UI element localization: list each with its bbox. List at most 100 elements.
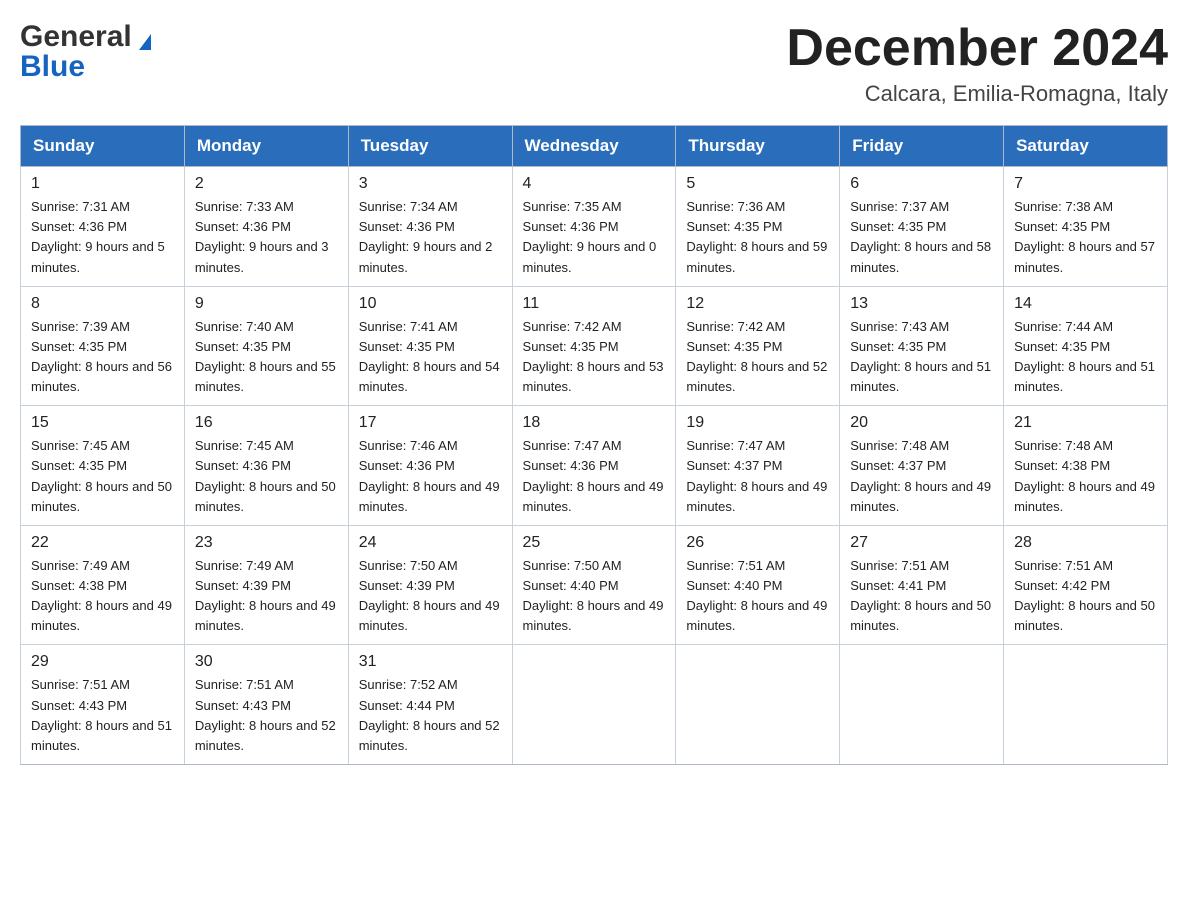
day-number: 24 (359, 534, 502, 552)
day-info: Sunrise: 7:31 AMSunset: 4:36 PMDaylight:… (31, 197, 174, 278)
table-row (840, 645, 1004, 765)
day-info: Sunrise: 7:51 AMSunset: 4:43 PMDaylight:… (31, 675, 174, 756)
table-row: 8 Sunrise: 7:39 AMSunset: 4:35 PMDayligh… (21, 286, 185, 406)
day-number: 21 (1014, 414, 1157, 432)
day-number: 15 (31, 414, 174, 432)
day-number: 11 (523, 295, 666, 313)
header-saturday: Saturday (1004, 126, 1168, 167)
day-info: Sunrise: 7:42 AMSunset: 4:35 PMDaylight:… (686, 317, 829, 398)
month-title: December 2024 (786, 20, 1168, 77)
table-row: 24 Sunrise: 7:50 AMSunset: 4:39 PMDaylig… (348, 525, 512, 645)
table-row: 16 Sunrise: 7:45 AMSunset: 4:36 PMDaylig… (184, 406, 348, 526)
title-section: December 2024 Calcara, Emilia-Romagna, I… (786, 20, 1168, 107)
page-header: General Blue December 2024 Calcara, Emil… (20, 20, 1168, 107)
day-number: 2 (195, 175, 338, 193)
day-number: 3 (359, 175, 502, 193)
table-row: 5 Sunrise: 7:36 AMSunset: 4:35 PMDayligh… (676, 167, 840, 287)
day-info: Sunrise: 7:41 AMSunset: 4:35 PMDaylight:… (359, 317, 502, 398)
day-number: 22 (31, 534, 174, 552)
header-wednesday: Wednesday (512, 126, 676, 167)
day-info: Sunrise: 7:38 AMSunset: 4:35 PMDaylight:… (1014, 197, 1157, 278)
day-info: Sunrise: 7:48 AMSunset: 4:37 PMDaylight:… (850, 436, 993, 517)
day-number: 9 (195, 295, 338, 313)
day-info: Sunrise: 7:49 AMSunset: 4:39 PMDaylight:… (195, 556, 338, 637)
day-info: Sunrise: 7:48 AMSunset: 4:38 PMDaylight:… (1014, 436, 1157, 517)
table-row: 9 Sunrise: 7:40 AMSunset: 4:35 PMDayligh… (184, 286, 348, 406)
table-row (1004, 645, 1168, 765)
table-row: 11 Sunrise: 7:42 AMSunset: 4:35 PMDaylig… (512, 286, 676, 406)
day-number: 20 (850, 414, 993, 432)
day-info: Sunrise: 7:45 AMSunset: 4:35 PMDaylight:… (31, 436, 174, 517)
day-number: 31 (359, 653, 502, 671)
day-number: 19 (686, 414, 829, 432)
table-row: 2 Sunrise: 7:33 AMSunset: 4:36 PMDayligh… (184, 167, 348, 287)
day-info: Sunrise: 7:52 AMSunset: 4:44 PMDaylight:… (359, 675, 502, 756)
day-number: 28 (1014, 534, 1157, 552)
day-info: Sunrise: 7:51 AMSunset: 4:43 PMDaylight:… (195, 675, 338, 756)
day-info: Sunrise: 7:51 AMSunset: 4:41 PMDaylight:… (850, 556, 993, 637)
calendar-week-row: 8 Sunrise: 7:39 AMSunset: 4:35 PMDayligh… (21, 286, 1168, 406)
table-row: 15 Sunrise: 7:45 AMSunset: 4:35 PMDaylig… (21, 406, 185, 526)
day-info: Sunrise: 7:49 AMSunset: 4:38 PMDaylight:… (31, 556, 174, 637)
day-info: Sunrise: 7:44 AMSunset: 4:35 PMDaylight:… (1014, 317, 1157, 398)
day-number: 10 (359, 295, 502, 313)
table-row: 21 Sunrise: 7:48 AMSunset: 4:38 PMDaylig… (1004, 406, 1168, 526)
header-thursday: Thursday (676, 126, 840, 167)
table-row: 3 Sunrise: 7:34 AMSunset: 4:36 PMDayligh… (348, 167, 512, 287)
location: Calcara, Emilia-Romagna, Italy (786, 81, 1168, 107)
table-row: 20 Sunrise: 7:48 AMSunset: 4:37 PMDaylig… (840, 406, 1004, 526)
day-info: Sunrise: 7:39 AMSunset: 4:35 PMDaylight:… (31, 317, 174, 398)
calendar-table: Sunday Monday Tuesday Wednesday Thursday… (20, 125, 1168, 765)
day-number: 13 (850, 295, 993, 313)
calendar-header-row: Sunday Monday Tuesday Wednesday Thursday… (21, 126, 1168, 167)
table-row: 23 Sunrise: 7:49 AMSunset: 4:39 PMDaylig… (184, 525, 348, 645)
day-number: 25 (523, 534, 666, 552)
table-row: 6 Sunrise: 7:37 AMSunset: 4:35 PMDayligh… (840, 167, 1004, 287)
day-number: 1 (31, 175, 174, 193)
day-info: Sunrise: 7:40 AMSunset: 4:35 PMDaylight:… (195, 317, 338, 398)
table-row (676, 645, 840, 765)
day-info: Sunrise: 7:50 AMSunset: 4:40 PMDaylight:… (523, 556, 666, 637)
day-number: 12 (686, 295, 829, 313)
day-info: Sunrise: 7:47 AMSunset: 4:37 PMDaylight:… (686, 436, 829, 517)
day-number: 17 (359, 414, 502, 432)
header-sunday: Sunday (21, 126, 185, 167)
table-row: 25 Sunrise: 7:50 AMSunset: 4:40 PMDaylig… (512, 525, 676, 645)
day-info: Sunrise: 7:46 AMSunset: 4:36 PMDaylight:… (359, 436, 502, 517)
day-number: 29 (31, 653, 174, 671)
day-info: Sunrise: 7:34 AMSunset: 4:36 PMDaylight:… (359, 197, 502, 278)
day-number: 7 (1014, 175, 1157, 193)
day-number: 4 (523, 175, 666, 193)
calendar-week-row: 22 Sunrise: 7:49 AMSunset: 4:38 PMDaylig… (21, 525, 1168, 645)
header-monday: Monday (184, 126, 348, 167)
table-row: 10 Sunrise: 7:41 AMSunset: 4:35 PMDaylig… (348, 286, 512, 406)
table-row: 1 Sunrise: 7:31 AMSunset: 4:36 PMDayligh… (21, 167, 185, 287)
table-row: 18 Sunrise: 7:47 AMSunset: 4:36 PMDaylig… (512, 406, 676, 526)
day-info: Sunrise: 7:51 AMSunset: 4:40 PMDaylight:… (686, 556, 829, 637)
day-info: Sunrise: 7:51 AMSunset: 4:42 PMDaylight:… (1014, 556, 1157, 637)
day-number: 8 (31, 295, 174, 313)
day-number: 27 (850, 534, 993, 552)
table-row: 4 Sunrise: 7:35 AMSunset: 4:36 PMDayligh… (512, 167, 676, 287)
calendar-week-row: 29 Sunrise: 7:51 AMSunset: 4:43 PMDaylig… (21, 645, 1168, 765)
table-row: 17 Sunrise: 7:46 AMSunset: 4:36 PMDaylig… (348, 406, 512, 526)
table-row: 19 Sunrise: 7:47 AMSunset: 4:37 PMDaylig… (676, 406, 840, 526)
day-number: 16 (195, 414, 338, 432)
table-row: 7 Sunrise: 7:38 AMSunset: 4:35 PMDayligh… (1004, 167, 1168, 287)
table-row: 30 Sunrise: 7:51 AMSunset: 4:43 PMDaylig… (184, 645, 348, 765)
header-tuesday: Tuesday (348, 126, 512, 167)
day-number: 6 (850, 175, 993, 193)
day-number: 30 (195, 653, 338, 671)
day-number: 23 (195, 534, 338, 552)
table-row: 22 Sunrise: 7:49 AMSunset: 4:38 PMDaylig… (21, 525, 185, 645)
table-row: 14 Sunrise: 7:44 AMSunset: 4:35 PMDaylig… (1004, 286, 1168, 406)
table-row: 12 Sunrise: 7:42 AMSunset: 4:35 PMDaylig… (676, 286, 840, 406)
table-row: 13 Sunrise: 7:43 AMSunset: 4:35 PMDaylig… (840, 286, 1004, 406)
day-info: Sunrise: 7:47 AMSunset: 4:36 PMDaylight:… (523, 436, 666, 517)
day-info: Sunrise: 7:42 AMSunset: 4:35 PMDaylight:… (523, 317, 666, 398)
day-info: Sunrise: 7:33 AMSunset: 4:36 PMDaylight:… (195, 197, 338, 278)
table-row: 31 Sunrise: 7:52 AMSunset: 4:44 PMDaylig… (348, 645, 512, 765)
day-info: Sunrise: 7:37 AMSunset: 4:35 PMDaylight:… (850, 197, 993, 278)
day-number: 5 (686, 175, 829, 193)
day-info: Sunrise: 7:50 AMSunset: 4:39 PMDaylight:… (359, 556, 502, 637)
